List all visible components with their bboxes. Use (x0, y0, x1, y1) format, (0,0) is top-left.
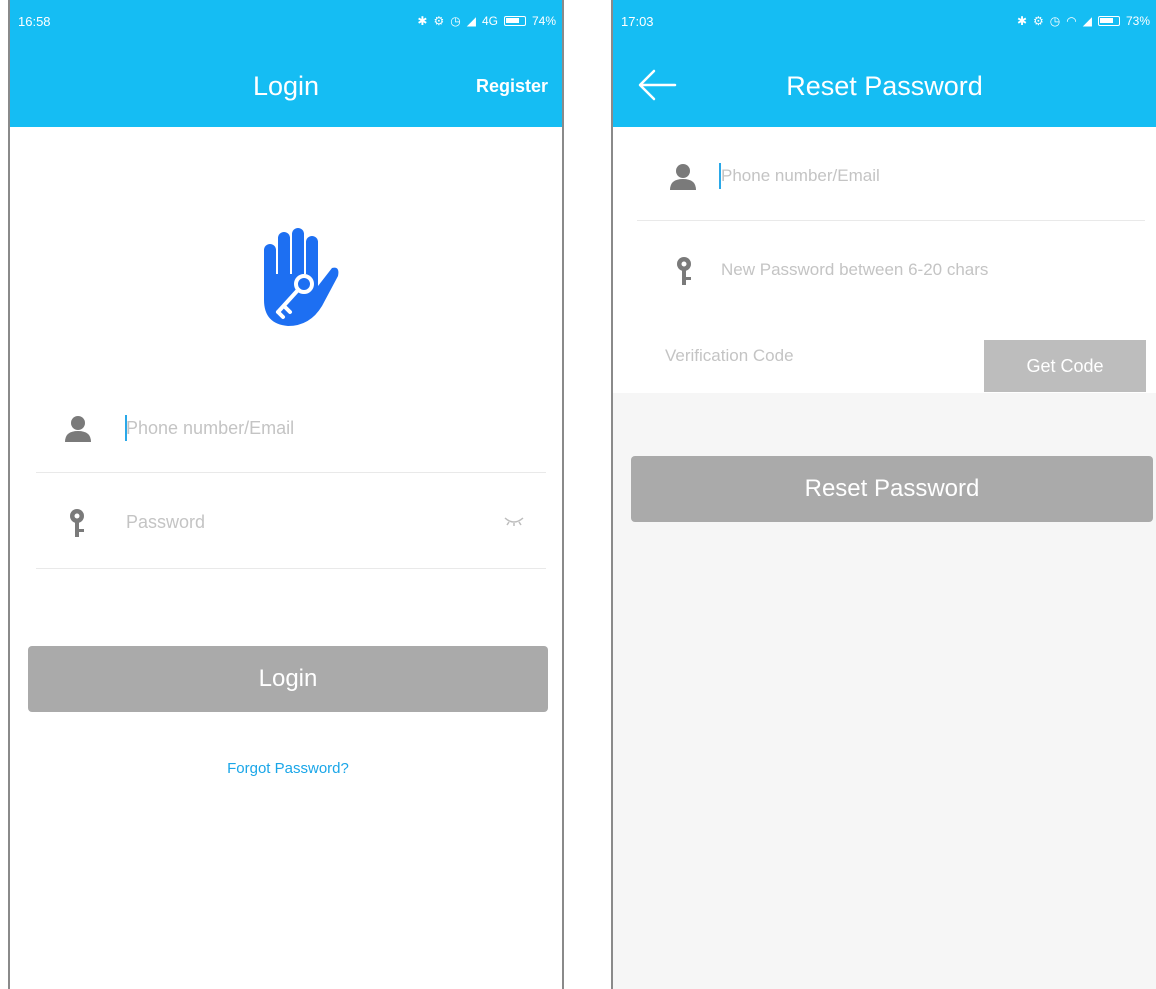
divider (36, 568, 546, 569)
reset-password-screen: 17:03 ✱ ⚙ ◷ ◠ ◢ 73% Reset Password Phone… (611, 0, 1156, 989)
key-icon (677, 257, 691, 285)
hand-key-logo-icon (264, 228, 339, 326)
battery-percent: 73% (1125, 14, 1150, 28)
battery-icon (503, 16, 526, 26)
alarm-icon: ◷ (450, 14, 461, 28)
key-icon (70, 509, 84, 537)
login-app-bar: 16:58 ✱ ⚙ ◷ ◢ 4G 74% Login Register (10, 0, 562, 127)
verification-code-input[interactable]: Verification Code (665, 326, 794, 386)
bluetooth-icon: ✱ (417, 14, 428, 28)
user-icon (670, 164, 696, 190)
forgot-password-link[interactable]: Forgot Password? (10, 760, 562, 777)
battery-percent: 74% (531, 14, 556, 28)
status-icons: ✱ ⚙ ◷ ◢ 4G 74% (417, 14, 556, 28)
get-code-button[interactable]: Get Code (984, 340, 1146, 392)
phone-email-input[interactable]: Phone number/Email (126, 398, 294, 458)
reset-app-bar: 17:03 ✱ ⚙ ◷ ◠ ◢ 73% Reset Password (613, 0, 1156, 127)
phone-email-field[interactable]: Phone number/Email (637, 146, 1145, 206)
battery-icon (1097, 16, 1120, 26)
signal-icon: ◢ (1082, 14, 1092, 28)
eye-closed-icon[interactable] (504, 516, 524, 526)
reset-password-button[interactable]: Reset Password (631, 456, 1153, 522)
password-input[interactable]: Password (126, 492, 205, 552)
new-password-field[interactable]: New Password between 6-20 chars (637, 240, 1145, 300)
bluetooth-icon: ✱ (1016, 14, 1027, 28)
password-field[interactable]: Password (36, 492, 546, 552)
settings-icon: ⚙ (433, 14, 445, 28)
login-button[interactable]: Login (28, 646, 548, 712)
divider (36, 472, 546, 473)
new-password-input[interactable]: New Password between 6-20 chars (721, 240, 988, 300)
divider (637, 220, 1145, 221)
status-time: 16:58 (18, 14, 51, 29)
register-button[interactable]: Register (476, 72, 548, 100)
signal-icon: ◢ (466, 14, 476, 28)
status-icons: ✱ ⚙ ◷ ◠ ◢ 73% (1017, 14, 1150, 28)
network-type: 4G (481, 14, 498, 28)
settings-icon: ⚙ (1033, 14, 1044, 28)
status-bar: 17:03 ✱ ⚙ ◷ ◠ ◢ 73% (613, 0, 1156, 38)
status-bar: 16:58 ✱ ⚙ ◷ ◢ 4G 74% (10, 0, 562, 38)
login-screen: 16:58 ✱ ⚙ ◷ ◢ 4G 74% Login Register Phon… (8, 0, 564, 989)
phone-email-field[interactable]: Phone number/Email (36, 398, 546, 458)
phone-email-input[interactable]: Phone number/Email (721, 146, 880, 206)
verification-code-field[interactable]: Verification Code (637, 326, 967, 386)
page-title: Reset Password (786, 71, 983, 101)
wifi-icon: ◠ (1066, 14, 1077, 28)
status-time: 17:03 (621, 14, 654, 29)
alarm-icon: ◷ (1049, 14, 1061, 28)
user-icon (65, 416, 91, 442)
